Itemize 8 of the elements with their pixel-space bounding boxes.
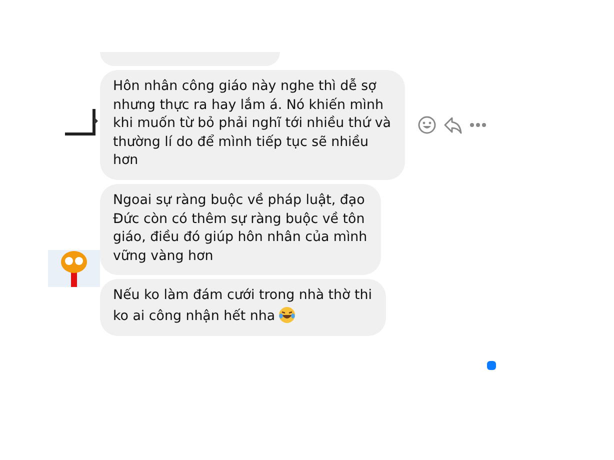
bracket-drawing (63, 107, 99, 137)
read-receipt-icon (487, 360, 496, 370)
message-text: Nếu ko làm đám cưới trong nhà thờ thi ko ai công nhận hết nha (113, 288, 372, 324)
message-text: Ngoai sự ràng buộc về pháp luật, đạo Đức còn có thêm sự ràng buộc về tôn giáo, điều đó giúp hôn nhân của mình vững vàng hơn (113, 192, 368, 264)
reply-icon[interactable] (442, 114, 463, 135)
message-text: Hôn nhân công giáo này nghe thì dễ sợ nhưng thực ra hay lắm á. Nó khiến mình khi muốn từ bỏ phải nghĩ tới nhiều thứ và thường lí do để mình tiếp tục sẽ nhiều hơn (113, 79, 391, 168)
emoji-icon[interactable] (416, 114, 437, 135)
more-icon[interactable] (468, 122, 487, 128)
